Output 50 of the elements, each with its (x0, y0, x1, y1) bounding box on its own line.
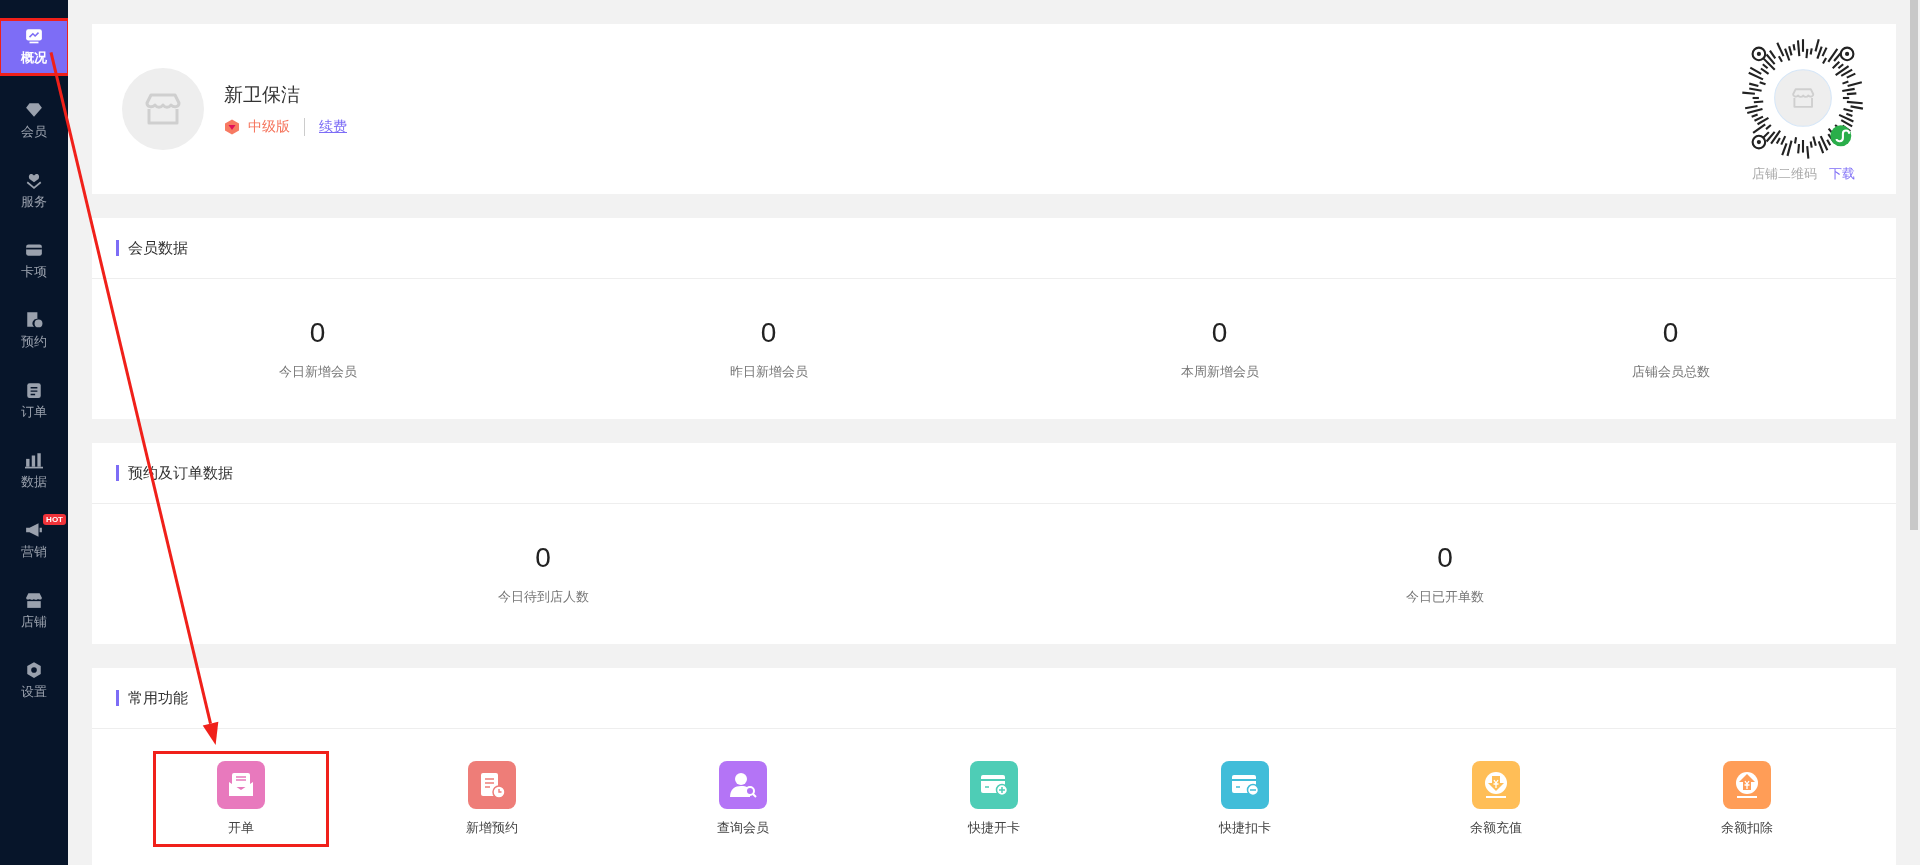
heart-hand-icon (25, 171, 43, 189)
sidebar-item[interactable]: 预约 (0, 296, 68, 366)
stat-label: 今日待到店人数 (497, 588, 589, 606)
shortcut-button[interactable]: 余额充值 (1409, 753, 1582, 845)
stat-value: 0 (309, 317, 326, 349)
card-icon (25, 241, 43, 259)
shortcut-button[interactable]: 快捷扣卡 (1158, 753, 1331, 845)
edition-badge-icon (224, 119, 240, 135)
shortcut-button[interactable]: 快捷开卡 (908, 753, 1080, 845)
document-clock-icon (25, 311, 43, 329)
sidebar-item[interactable]: 店铺 (0, 576, 68, 646)
stat-value: 0 (760, 317, 777, 349)
stat-label: 今日新增会员 (278, 363, 357, 381)
edition-label: 中级版 (248, 118, 290, 136)
stat-label: 店铺会员总数 (1631, 363, 1710, 381)
user-search-icon (728, 770, 759, 800)
shortcut-button[interactable]: 查询会员 (657, 753, 830, 845)
stat-label: 昨日新增会员 (729, 363, 808, 381)
stat-value: 0 (1662, 317, 1679, 349)
monitor-icon (25, 27, 43, 45)
stat-label: 今日已开单数 (1406, 588, 1484, 606)
sidebar-item[interactable]: HOT 营销 (0, 506, 68, 576)
sidebar-item[interactable]: 服务 (0, 156, 68, 226)
clipboard-icon (25, 381, 43, 399)
shortcut-button[interactable]: 余额扣除 (1660, 753, 1833, 845)
bar-chart-icon (25, 451, 43, 469)
sidebar-item[interactable]: 概况 (0, 20, 68, 74)
shortcut-button[interactable]: 新增预约 (406, 753, 579, 845)
renew-link[interactable]: 续费 (319, 118, 347, 136)
shop-name: 新卫保洁 (224, 83, 301, 107)
stat-value: 0 (1211, 317, 1228, 349)
sidebar-item[interactable]: 设置 (0, 646, 68, 716)
stat-label: 本周新增会员 (1180, 363, 1259, 381)
hexagon-gear-icon (25, 661, 43, 679)
sidebar-item[interactable]: 卡项 (0, 226, 68, 296)
shortcut-button[interactable]: 开单 (155, 753, 328, 845)
store-icon (25, 591, 43, 609)
sidebar-item[interactable]: 订单 (0, 366, 68, 436)
qr-code-label: 店铺二维码 (1751, 165, 1817, 183)
stat-value: 0 (1437, 542, 1453, 574)
scrollbar[interactable] (1910, 0, 1918, 530)
section-title: 会员数据 (116, 240, 188, 256)
hot-badge: HOT (43, 514, 66, 525)
stat-value: 0 (535, 542, 551, 574)
section-title: 常用功能 (116, 690, 188, 706)
megaphone-icon (25, 521, 43, 539)
download-link[interactable]: 下载 (1828, 165, 1855, 183)
sidebar-item[interactable]: 会员 (0, 86, 68, 156)
diamond-icon (25, 101, 43, 119)
sidebar-item[interactable]: 数据 (0, 436, 68, 506)
